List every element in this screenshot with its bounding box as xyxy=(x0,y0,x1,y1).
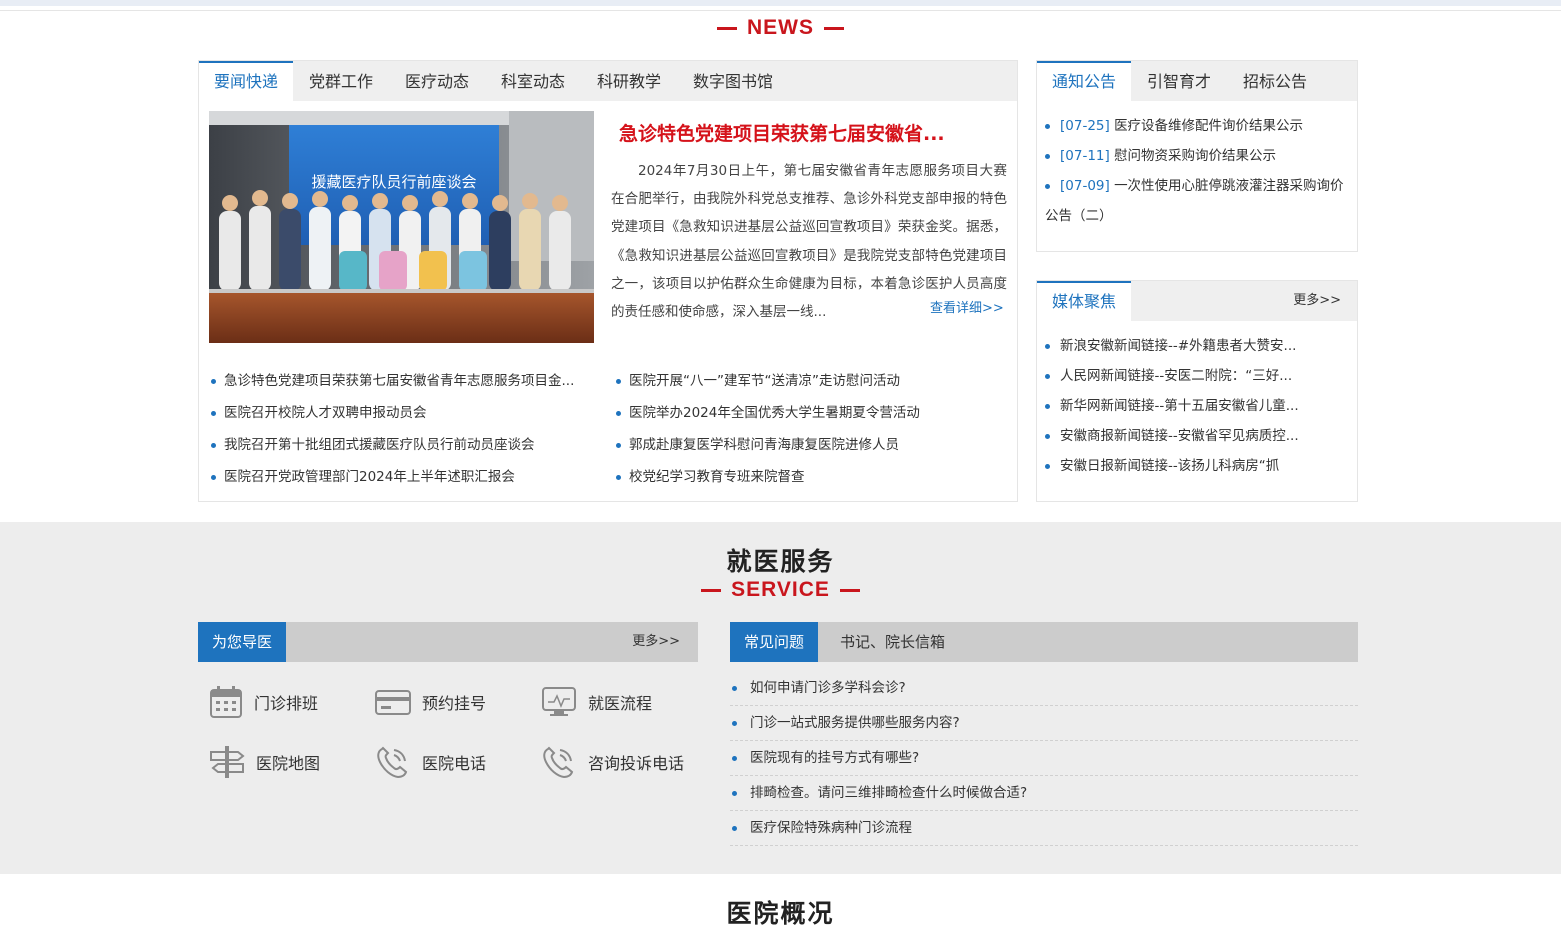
service-item-label: 门诊排班 xyxy=(254,694,319,713)
service-item-map[interactable]: 医院地图 xyxy=(208,744,320,780)
bullet-icon xyxy=(1045,373,1050,379)
bullet-icon xyxy=(211,442,216,448)
tab-guide[interactable]: 为您导医 xyxy=(198,622,287,662)
monitor-icon xyxy=(542,687,576,716)
tab-yiliao[interactable]: 医疗动态 xyxy=(389,61,485,101)
bullet-icon xyxy=(1045,123,1050,129)
service-item-phone[interactable]: 医院电话 xyxy=(374,744,486,780)
overview-cn-title: 医院概况 xyxy=(726,899,835,928)
bullet-icon xyxy=(211,410,216,416)
bullet-icon xyxy=(616,378,621,384)
media-item[interactable]: 安徽日报新闻链接--该扬儿科病房“抓 xyxy=(1045,451,1345,473)
photo-banner-text: 援藏医疗队员行前座谈会 xyxy=(311,173,476,191)
tab-faq[interactable]: 常见问题 xyxy=(730,622,819,662)
faq-item[interactable]: 门诊一站式服务提供哪些服务内容? xyxy=(730,706,1358,741)
bullet-icon xyxy=(1045,403,1050,409)
tab-library[interactable]: 数字图书馆 xyxy=(677,61,789,101)
service-item-booking[interactable]: 预约挂号 xyxy=(374,684,486,720)
list-item[interactable]: 医院开展“八一”建军节“送清凉”走访慰问活动 xyxy=(616,369,1006,389)
service-cn-title: 就医服务 xyxy=(726,547,835,576)
notice-panel: 通知公告 引智育才 招标公告 [07-25] 医疗设备维修配件询价结果公示 [0… xyxy=(1036,60,1358,252)
card-icon xyxy=(375,690,411,715)
meeting-photo: 援藏医疗队员行前座谈会 xyxy=(209,111,594,343)
tab-keshi[interactable]: 科室动态 xyxy=(485,61,581,101)
faq-item[interactable]: 医院现有的挂号方式有哪些? xyxy=(730,741,1358,776)
news-feature-image[interactable]: 援藏医疗队员行前座谈会 xyxy=(209,111,594,343)
bullet-icon xyxy=(211,474,216,480)
bullet-icon xyxy=(732,686,737,691)
media-tabbar: 媒体聚焦 更多>> xyxy=(1037,281,1357,321)
bullet-icon xyxy=(732,826,737,831)
service-item-process[interactable]: 就医流程 xyxy=(540,684,652,720)
list-item[interactable]: 我院召开第十批组团式援藏医疗队员行前动员座谈会 xyxy=(211,433,591,453)
list-item[interactable]: 校党纪学习教育专班来院督查 xyxy=(616,465,1006,485)
media-more-link[interactable]: 更多>> xyxy=(1293,281,1341,321)
news-panel: 要闻快递 党群工作 医疗动态 科室动态 科研教学 数字图书馆 援藏医疗队员行前座… xyxy=(198,60,1018,502)
service-item-label: 预约挂号 xyxy=(422,694,487,713)
news-tabbar: 要闻快递 党群工作 医疗动态 科室动态 科研教学 数字图书馆 xyxy=(199,61,1017,101)
guide-bar: 为您导医 更多>> xyxy=(198,622,698,662)
tab-talent[interactable]: 引智育才 xyxy=(1131,61,1227,101)
list-item[interactable]: 急诊特色党建项目荣获第七届安徽省青年志愿服务项目金... xyxy=(211,369,591,389)
feature-more-link[interactable]: 查看详细>> xyxy=(930,297,1004,316)
bullet-icon xyxy=(1045,153,1050,159)
faq-item[interactable]: 如何申请门诊多学科会诊? xyxy=(730,671,1358,706)
phone-icon xyxy=(377,746,408,779)
service-item-label: 医院电话 xyxy=(422,754,487,773)
tab-dangqun[interactable]: 党群工作 xyxy=(293,61,389,101)
notice-item[interactable]: [07-25] 医疗设备维修配件询价结果公示 xyxy=(1045,111,1345,141)
tab-mailbox[interactable]: 书记、院长信箱 xyxy=(826,622,959,662)
service-cn-heading: 就医服务 xyxy=(0,542,1561,578)
service-item-label: 医院地图 xyxy=(256,754,321,773)
bullet-icon xyxy=(732,721,737,726)
tab-bidding[interactable]: 招标公告 xyxy=(1227,61,1323,101)
notice-tabbar: 通知公告 引智育才 招标公告 xyxy=(1037,61,1357,101)
media-list: 新浪安徽新闻链接--#外籍患者大赞安... 人民网新闻链接--安医二附院：“三好… xyxy=(1037,331,1357,473)
phone-icon xyxy=(543,746,574,779)
feature-headline[interactable]: 急诊特色党建项目荣获第七届安徽省... xyxy=(619,119,1019,146)
overview-heading: 医院概况 xyxy=(0,894,1561,930)
list-item[interactable]: 医院召开校院人才双聘申报动员会 xyxy=(211,401,591,421)
media-panel: 媒体聚焦 更多>> 新浪安徽新闻链接--#外籍患者大赞安... 人民网新闻链接-… xyxy=(1036,280,1358,502)
bullet-icon xyxy=(211,378,216,384)
top-strip xyxy=(0,0,1561,6)
faq-item[interactable]: 排畸检查。请问三维排畸检查什么时候做合适? xyxy=(730,776,1358,811)
service-en-title: SERVICE xyxy=(731,578,830,601)
bullet-icon xyxy=(1045,183,1050,189)
bullet-icon xyxy=(616,474,621,480)
bullet-icon xyxy=(1045,433,1050,439)
list-item[interactable]: 医院召开党政管理部门2024年上半年述职汇报会 xyxy=(211,465,591,485)
tab-yaowen[interactable]: 要闻快递 xyxy=(199,61,293,101)
media-item[interactable]: 新华网新闻链接--第十五届安徽省儿童... xyxy=(1045,391,1345,421)
news-heading: NEWS xyxy=(0,16,1561,40)
calendar-icon xyxy=(210,686,242,718)
notice-item[interactable]: [07-11] 慰问物资采购询价结果公示 xyxy=(1045,141,1345,171)
tab-keyan[interactable]: 科研教学 xyxy=(581,61,677,101)
service-item-complaint[interactable]: 咨询投诉电话 xyxy=(540,744,684,780)
service-item-label: 就医流程 xyxy=(588,694,653,713)
top-divider xyxy=(0,10,1561,11)
bullet-icon xyxy=(732,791,737,796)
tab-media[interactable]: 媒体聚焦 xyxy=(1037,281,1131,321)
service-en-heading: SERVICE xyxy=(0,578,1561,602)
media-item[interactable]: 人民网新闻链接--安医二附院：“三好... xyxy=(1045,361,1345,391)
media-item[interactable]: 新浪安徽新闻链接--#外籍患者大赞安... xyxy=(1045,331,1345,361)
service-item-label: 咨询投诉电话 xyxy=(588,754,685,773)
bullet-icon xyxy=(616,410,621,416)
tab-notice[interactable]: 通知公告 xyxy=(1037,61,1131,101)
media-item[interactable]: 安徽商报新闻链接--安徽省罕见病质控... xyxy=(1045,421,1345,451)
service-item-schedule[interactable]: 门诊排班 xyxy=(208,684,318,720)
faq-bar: 常见问题 书记、院长信箱 xyxy=(730,622,1358,662)
guide-more-link[interactable]: 更多>> xyxy=(632,622,680,662)
faq-item[interactable]: 医疗保险特殊病种门诊流程 xyxy=(730,811,1358,846)
bullet-icon xyxy=(1045,343,1050,349)
notice-item[interactable]: [07-09] 一次性使用心脏停跳液灌注器采购询价公告（二） xyxy=(1045,171,1349,231)
news-en-title: NEWS xyxy=(747,16,814,39)
list-item[interactable]: 医院举办2024年全国优秀大学生暑期夏令营活动 xyxy=(616,401,1006,421)
bullet-icon xyxy=(732,756,737,761)
bullet-icon xyxy=(616,442,621,448)
list-item[interactable]: 郭成赴康复医学科慰问青海康复医院进修人员 xyxy=(616,433,1006,453)
bullet-icon xyxy=(1045,463,1050,469)
signpost-icon xyxy=(210,746,245,778)
